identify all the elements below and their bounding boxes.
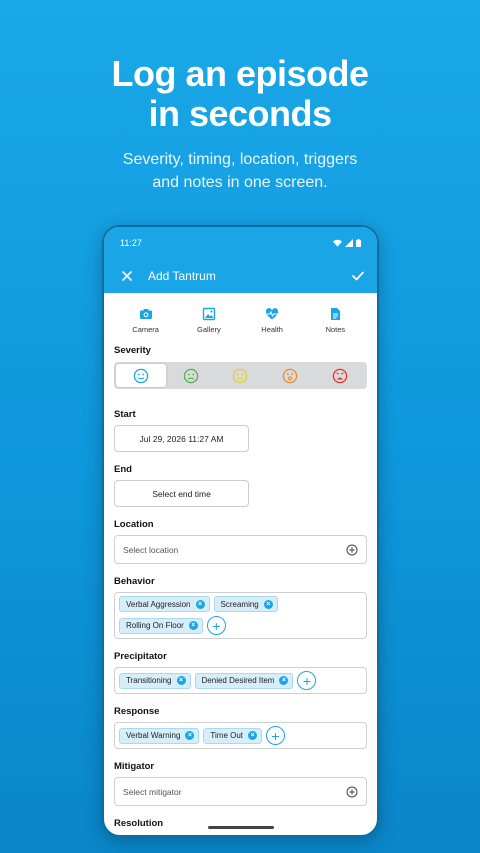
form-content: Camera Gallery Health Notes Severity Sta… <box>104 293 377 829</box>
face-sad-icon <box>183 368 198 383</box>
behavior-chip[interactable]: Screaming × <box>213 596 278 612</box>
severity-level-3[interactable] <box>216 364 266 387</box>
add-response-button[interactable]: + <box>266 726 286 745</box>
phone-frame: 11:27 Add Tantrum Camera Gallery Health … <box>102 225 379 837</box>
chip-label: Time Out <box>210 731 244 740</box>
health-label: Health <box>261 325 283 334</box>
face-angry-icon <box>332 368 348 383</box>
chip-label: Verbal Warning <box>126 731 181 740</box>
remove-chip-icon[interactable]: × <box>188 621 198 630</box>
battery-icon <box>356 239 361 247</box>
promo-sub-line2: and notes in one screen. <box>152 174 328 191</box>
behavior-label: Behavior <box>114 576 155 587</box>
check-icon[interactable] <box>349 267 367 285</box>
close-icon[interactable] <box>118 267 136 285</box>
location-label: Location <box>114 519 154 530</box>
add-circle-icon[interactable] <box>346 544 358 556</box>
notes-label: Notes <box>325 325 346 334</box>
chip-label: Rolling On Floor <box>126 621 184 630</box>
add-behavior-button[interactable]: + <box>206 616 226 635</box>
start-label: Start <box>114 409 136 420</box>
mitigator-label: Mitigator <box>114 761 155 772</box>
add-circle-icon[interactable] <box>346 786 358 798</box>
app-bar: Add Tantrum <box>104 259 377 293</box>
promo-headline-line2: in seconds <box>148 93 332 134</box>
precipitator-label: Precipitator <box>114 651 167 662</box>
wifi-icon <box>333 239 342 247</box>
chip-label: Denied Desired Item <box>201 676 275 685</box>
health-button[interactable]: Health <box>244 307 300 345</box>
face-upset-icon <box>233 368 248 383</box>
response-chip[interactable]: Time Out × <box>203 727 263 744</box>
add-precipitator-button[interactable]: + <box>297 671 317 690</box>
promo-headline: Log an episode in seconds <box>0 54 480 134</box>
home-indicator[interactable] <box>208 826 274 829</box>
gallery-icon <box>202 307 216 321</box>
status-time: 11:27 <box>120 238 142 248</box>
page-title: Add Tantrum <box>148 269 216 283</box>
behavior-chip[interactable]: Verbal Aggression × <box>119 596 210 612</box>
severity-selector <box>114 362 367 389</box>
remove-chip-icon[interactable]: × <box>185 731 195 740</box>
attachment-row: Camera Gallery Health Notes <box>114 293 367 345</box>
notes-icon <box>331 308 341 320</box>
remove-chip-icon[interactable]: × <box>263 599 273 609</box>
notes-button[interactable]: Notes <box>307 307 363 345</box>
promo-sub-line1: Severity, timing, location, triggers <box>122 151 358 168</box>
chip-label: Transitioning <box>126 676 172 685</box>
face-distressed-icon <box>283 368 298 383</box>
location-field[interactable]: Select location <box>114 535 367 564</box>
camera-label: Camera <box>132 325 159 334</box>
behavior-chip-field: Verbal Aggression × Screaming × Rolling … <box>114 592 367 639</box>
behavior-chip[interactable]: Rolling On Floor × <box>119 617 203 634</box>
mitigator-placeholder: Select mitigator <box>123 786 182 797</box>
remove-chip-icon[interactable]: × <box>176 676 186 685</box>
severity-level-4[interactable] <box>265 364 315 387</box>
remove-chip-icon[interactable]: × <box>195 599 205 609</box>
response-chip-field: Verbal Warning × Time Out × + <box>114 722 367 749</box>
location-placeholder: Select location <box>123 544 179 555</box>
precipitator-chip-field: Transitioning × Denied Desired Item × + <box>114 667 367 694</box>
response-label: Response <box>114 706 160 717</box>
signal-icon <box>345 239 353 247</box>
promo-subheadline: Severity, timing, location, triggers and… <box>0 148 480 194</box>
response-chip[interactable]: Verbal Warning × <box>119 727 200 744</box>
chip-label: Screaming <box>220 599 259 609</box>
precipitator-chip[interactable]: Denied Desired Item × <box>194 672 294 689</box>
mitigator-field[interactable]: Select mitigator <box>114 777 367 806</box>
severity-label: Severity <box>114 345 151 356</box>
status-bar: 11:27 <box>104 227 377 259</box>
camera-icon <box>139 309 152 319</box>
start-time-button[interactable]: Jul 29, 2026 11:27 AM <box>114 425 249 452</box>
status-icons <box>333 239 361 247</box>
severity-level-5[interactable] <box>315 364 365 387</box>
end-time-button[interactable]: Select end time <box>114 480 249 507</box>
remove-chip-icon[interactable]: × <box>279 676 289 685</box>
end-label: End <box>114 464 132 475</box>
gallery-label: Gallery <box>196 325 221 334</box>
face-neutral-icon <box>133 368 149 383</box>
chip-label: Verbal Aggression <box>126 599 191 609</box>
camera-button[interactable]: Camera <box>118 307 174 345</box>
remove-chip-icon[interactable]: × <box>248 731 258 740</box>
precipitator-chip[interactable]: Transitioning × <box>119 672 191 689</box>
severity-level-1[interactable] <box>116 364 166 387</box>
promo-headline-line1: Log an episode <box>111 53 369 94</box>
health-icon <box>266 308 279 320</box>
severity-level-2[interactable] <box>166 364 216 387</box>
gallery-button[interactable]: Gallery <box>181 307 237 345</box>
